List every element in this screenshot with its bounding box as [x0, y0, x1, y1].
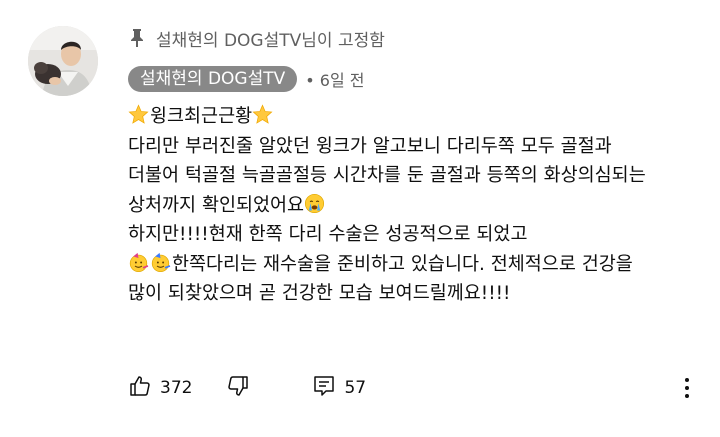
comment-line: 상처까지 확인되었어요 [128, 191, 708, 221]
party-face-emoji [128, 252, 149, 273]
author-name[interactable]: 설채현의 DOG설TV [128, 66, 298, 92]
comment-line: 윙크최근근황 [128, 102, 708, 132]
dislike-button[interactable] [226, 374, 250, 403]
comment-line: 하지만!!!!현재 한쪽 다리 수술은 성공적으로 되었고 [128, 224, 528, 245]
reply-button[interactable]: 57 [312, 374, 366, 403]
comment-line: 한쪽다리는 재수술을 준비하고 있습니다. 전체적으로 건강을 [128, 250, 708, 280]
reply-icon [312, 374, 336, 403]
pinned-comment: 설채현의 DOG설TV님이 고정함 설채현의 DOG설TV • 6일 전 윙크최… [0, 0, 720, 437]
crying-face-emoji [304, 193, 325, 214]
like-count: 372 [160, 378, 193, 398]
pin-icon [128, 28, 146, 48]
like-button[interactable]: 372 [128, 374, 192, 403]
thumbs-up-icon [128, 374, 152, 403]
comment-timestamp[interactable]: • 6일 전 [305, 67, 364, 91]
avatar[interactable] [28, 26, 98, 96]
star-emoji [252, 104, 273, 125]
pinned-label: 설채현의 DOG설TV님이 고정함 [156, 30, 385, 51]
comment-body: 윙크최근근황 다리만 부러진줄 알았던 윙크가 알고보니 다리두쪽 모두 골절과… [128, 102, 708, 309]
comment-header: 설채현의 DOG설TV • 6일 전 [128, 65, 365, 93]
thumbs-down-icon [226, 374, 250, 403]
pinned-indicator: 설채현의 DOG설TV님이 고정함 [128, 26, 385, 51]
comment-actions: 372 57 [128, 373, 366, 403]
party-face-emoji [150, 252, 171, 273]
comment-line: 많이 되찾았으며 곧 건강한 모습 보여드릴께요!!!! [128, 283, 511, 304]
more-vert-icon[interactable] [680, 374, 694, 402]
reply-count: 57 [344, 378, 367, 398]
comment-line: 다리만 부러진줄 알았던 윙크가 알고보니 다리두쪽 모두 골절과 [128, 135, 612, 157]
comment-line: 더불어 턱골절 늑골골절등 시간차를 둔 골절과 등쪽의 화상의심되는 [128, 165, 646, 186]
star-emoji [128, 104, 149, 125]
